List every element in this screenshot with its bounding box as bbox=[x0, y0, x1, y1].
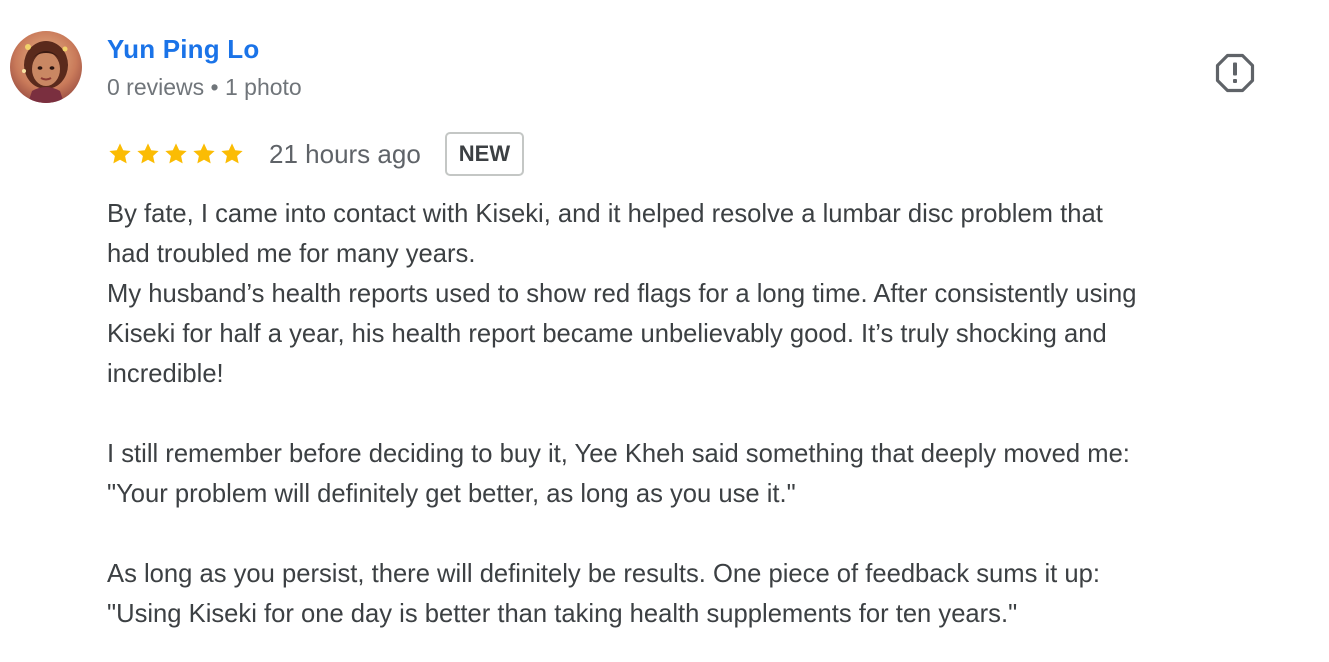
review-line: incredible! bbox=[107, 360, 224, 388]
review-line: My husband’s health reports used to show… bbox=[107, 280, 1137, 308]
reviewer-meta: 0 reviews • 1 photo bbox=[107, 74, 302, 100]
review-time: 21 hours ago bbox=[269, 138, 421, 169]
new-badge: NEW bbox=[444, 132, 525, 176]
review-line: "Your problem will definitely get better… bbox=[107, 480, 796, 508]
star-icon bbox=[109, 143, 131, 164]
avatar[interactable] bbox=[10, 31, 82, 103]
review-text: By fate, I came into contact with Kiseki… bbox=[107, 194, 1307, 634]
report-flag-icon[interactable] bbox=[1214, 52, 1256, 94]
star-icon bbox=[165, 143, 187, 164]
review-blank-line bbox=[107, 514, 1307, 554]
review-blank-line bbox=[107, 394, 1307, 434]
star-icon bbox=[221, 143, 243, 164]
rating-row: 21 hours ago NEW bbox=[107, 130, 525, 178]
reviewer-name[interactable]: Yun Ping Lo bbox=[107, 34, 259, 65]
review-line: had troubled me for many years. bbox=[107, 240, 476, 268]
review-line: Kiseki for half a year, his health repor… bbox=[107, 320, 1107, 348]
star-icon bbox=[193, 143, 215, 164]
review-line: As long as you persist, there will defin… bbox=[107, 560, 1100, 588]
review-line: By fate, I came into contact with Kiseki… bbox=[107, 200, 1103, 228]
star-icon bbox=[137, 143, 159, 164]
review-line: "Using Kiseki for one day is better than… bbox=[107, 600, 1018, 628]
review-card: Yun Ping Lo 0 reviews • 1 photo 21 hours… bbox=[0, 0, 1329, 662]
review-line: I still remember before deciding to buy … bbox=[107, 440, 1130, 468]
star-rating bbox=[107, 141, 245, 167]
avatar-image bbox=[10, 31, 82, 103]
